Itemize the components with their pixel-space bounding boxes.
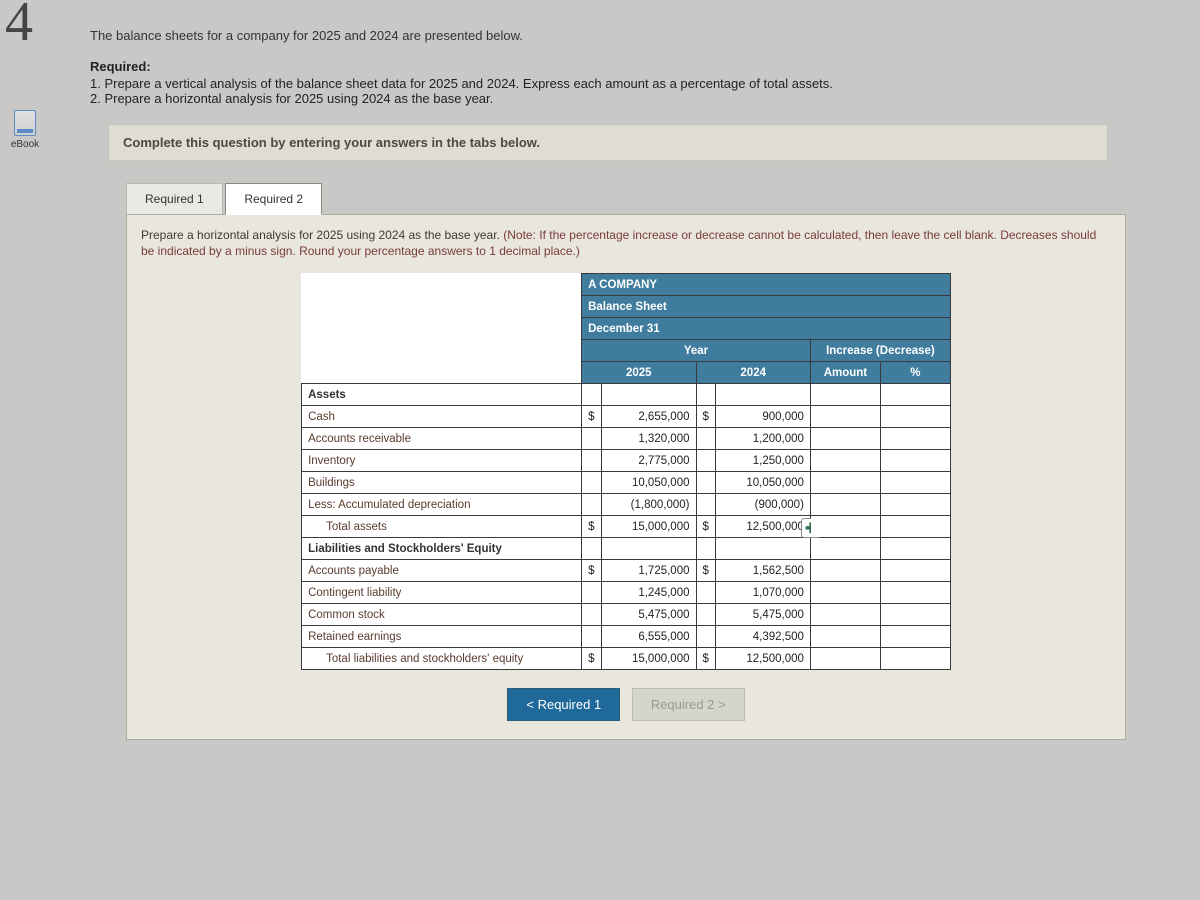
pct-input[interactable] [880,582,950,604]
table-row: Buildings 10,050,000 10,050,000 [302,472,951,494]
col-2024: 2024 [696,362,810,384]
intro-text: The balance sheets for a company for 202… [90,28,1160,43]
amount-input[interactable] [810,604,880,626]
table-row: Retained earnings 6,555,000 4,392,500 [302,626,951,648]
table-row: Contingent liability 1,245,000 1,070,000 [302,582,951,604]
tab-strip: Required 1 Required 2 [126,183,1160,215]
required-item-1: 1. Prepare a vertical analysis of the ba… [90,76,1160,91]
pct-input[interactable] [880,626,950,648]
pct-input[interactable] [880,560,950,582]
amount-input[interactable] [810,472,880,494]
nav-buttons: < Required 1 Required 2 > [141,688,1111,721]
pct-input[interactable] [880,428,950,450]
complete-instruction-bar: Complete this question by entering your … [108,124,1108,161]
ebook-label[interactable]: eBook [0,139,50,150]
amount-input[interactable] [810,648,880,670]
pct-input[interactable] [880,450,950,472]
pct-input[interactable] [880,494,950,516]
col-2025: 2025 [582,362,696,384]
table-row: Accounts receivable 1,320,000 1,200,000 [302,428,951,450]
balance-sheet-table: A COMPANY Balance Sheet December 31 Year… [301,273,951,670]
amount-input[interactable] [810,406,880,428]
amount-input[interactable] [810,516,880,538]
table-title-company: A COMPANY [582,274,951,296]
table-row: Accounts payable $1,725,000 $1,562,500 [302,560,951,582]
table-title-sheet: Balance Sheet [582,296,951,318]
next-required-button: Required 2 > [632,688,745,721]
amount-input[interactable] [810,560,880,582]
prev-required-button[interactable]: < Required 1 [507,688,620,721]
tab-panel-required-2: Prepare a horizontal analysis for 2025 u… [126,214,1126,740]
col-group-increase: Increase (Decrease) [810,340,950,362]
amount-input[interactable] [810,450,880,472]
table-row: Common stock 5,475,000 5,475,000 [302,604,951,626]
panel-instruction: Prepare a horizontal analysis for 2025 u… [141,227,1111,259]
table-row: Inventory 2,775,000 1,250,000 [302,450,951,472]
col-group-year: Year [582,340,811,362]
pct-input[interactable] [880,604,950,626]
amount-input[interactable] [810,494,880,516]
pct-input[interactable] [880,648,950,670]
pct-input[interactable] [880,406,950,428]
amount-input[interactable] [810,428,880,450]
pct-input[interactable] [880,516,950,538]
ebook-icon[interactable] [14,110,36,136]
section-assets: Assets [302,384,582,406]
table-title-date: December 31 [582,318,951,340]
col-pct: % [880,362,950,384]
amount-input[interactable] [810,626,880,648]
content-area: The balance sheets for a company for 202… [90,0,1160,741]
table-row: Cash $2,655,000 $900,000 [302,406,951,428]
sidebar: eBook [0,110,50,150]
tab-required-2[interactable]: Required 2 [225,183,322,215]
table-row: Less: Accumulated depreciation (1,800,00… [302,494,951,516]
required-heading: Required: [90,59,1160,74]
required-item-2: 2. Prepare a horizontal analysis for 202… [90,91,1160,106]
requirements-block: Required: 1. Prepare a vertical analysis… [90,59,1160,106]
tab-required-1[interactable]: Required 1 [126,183,223,214]
section-liab: Liabilities and Stockholders' Equity [302,538,582,560]
amount-input[interactable] [810,582,880,604]
table-row: Total liabilities and stockholders' equi… [302,648,951,670]
col-amount: Amount [810,362,880,384]
instruction-main: Prepare a horizontal analysis for 2025 u… [141,228,503,242]
question-number: 4 [5,0,33,54]
pct-input[interactable] [880,472,950,494]
table-row: Total assets $15,000,000 $12,500,000 [302,516,951,538]
